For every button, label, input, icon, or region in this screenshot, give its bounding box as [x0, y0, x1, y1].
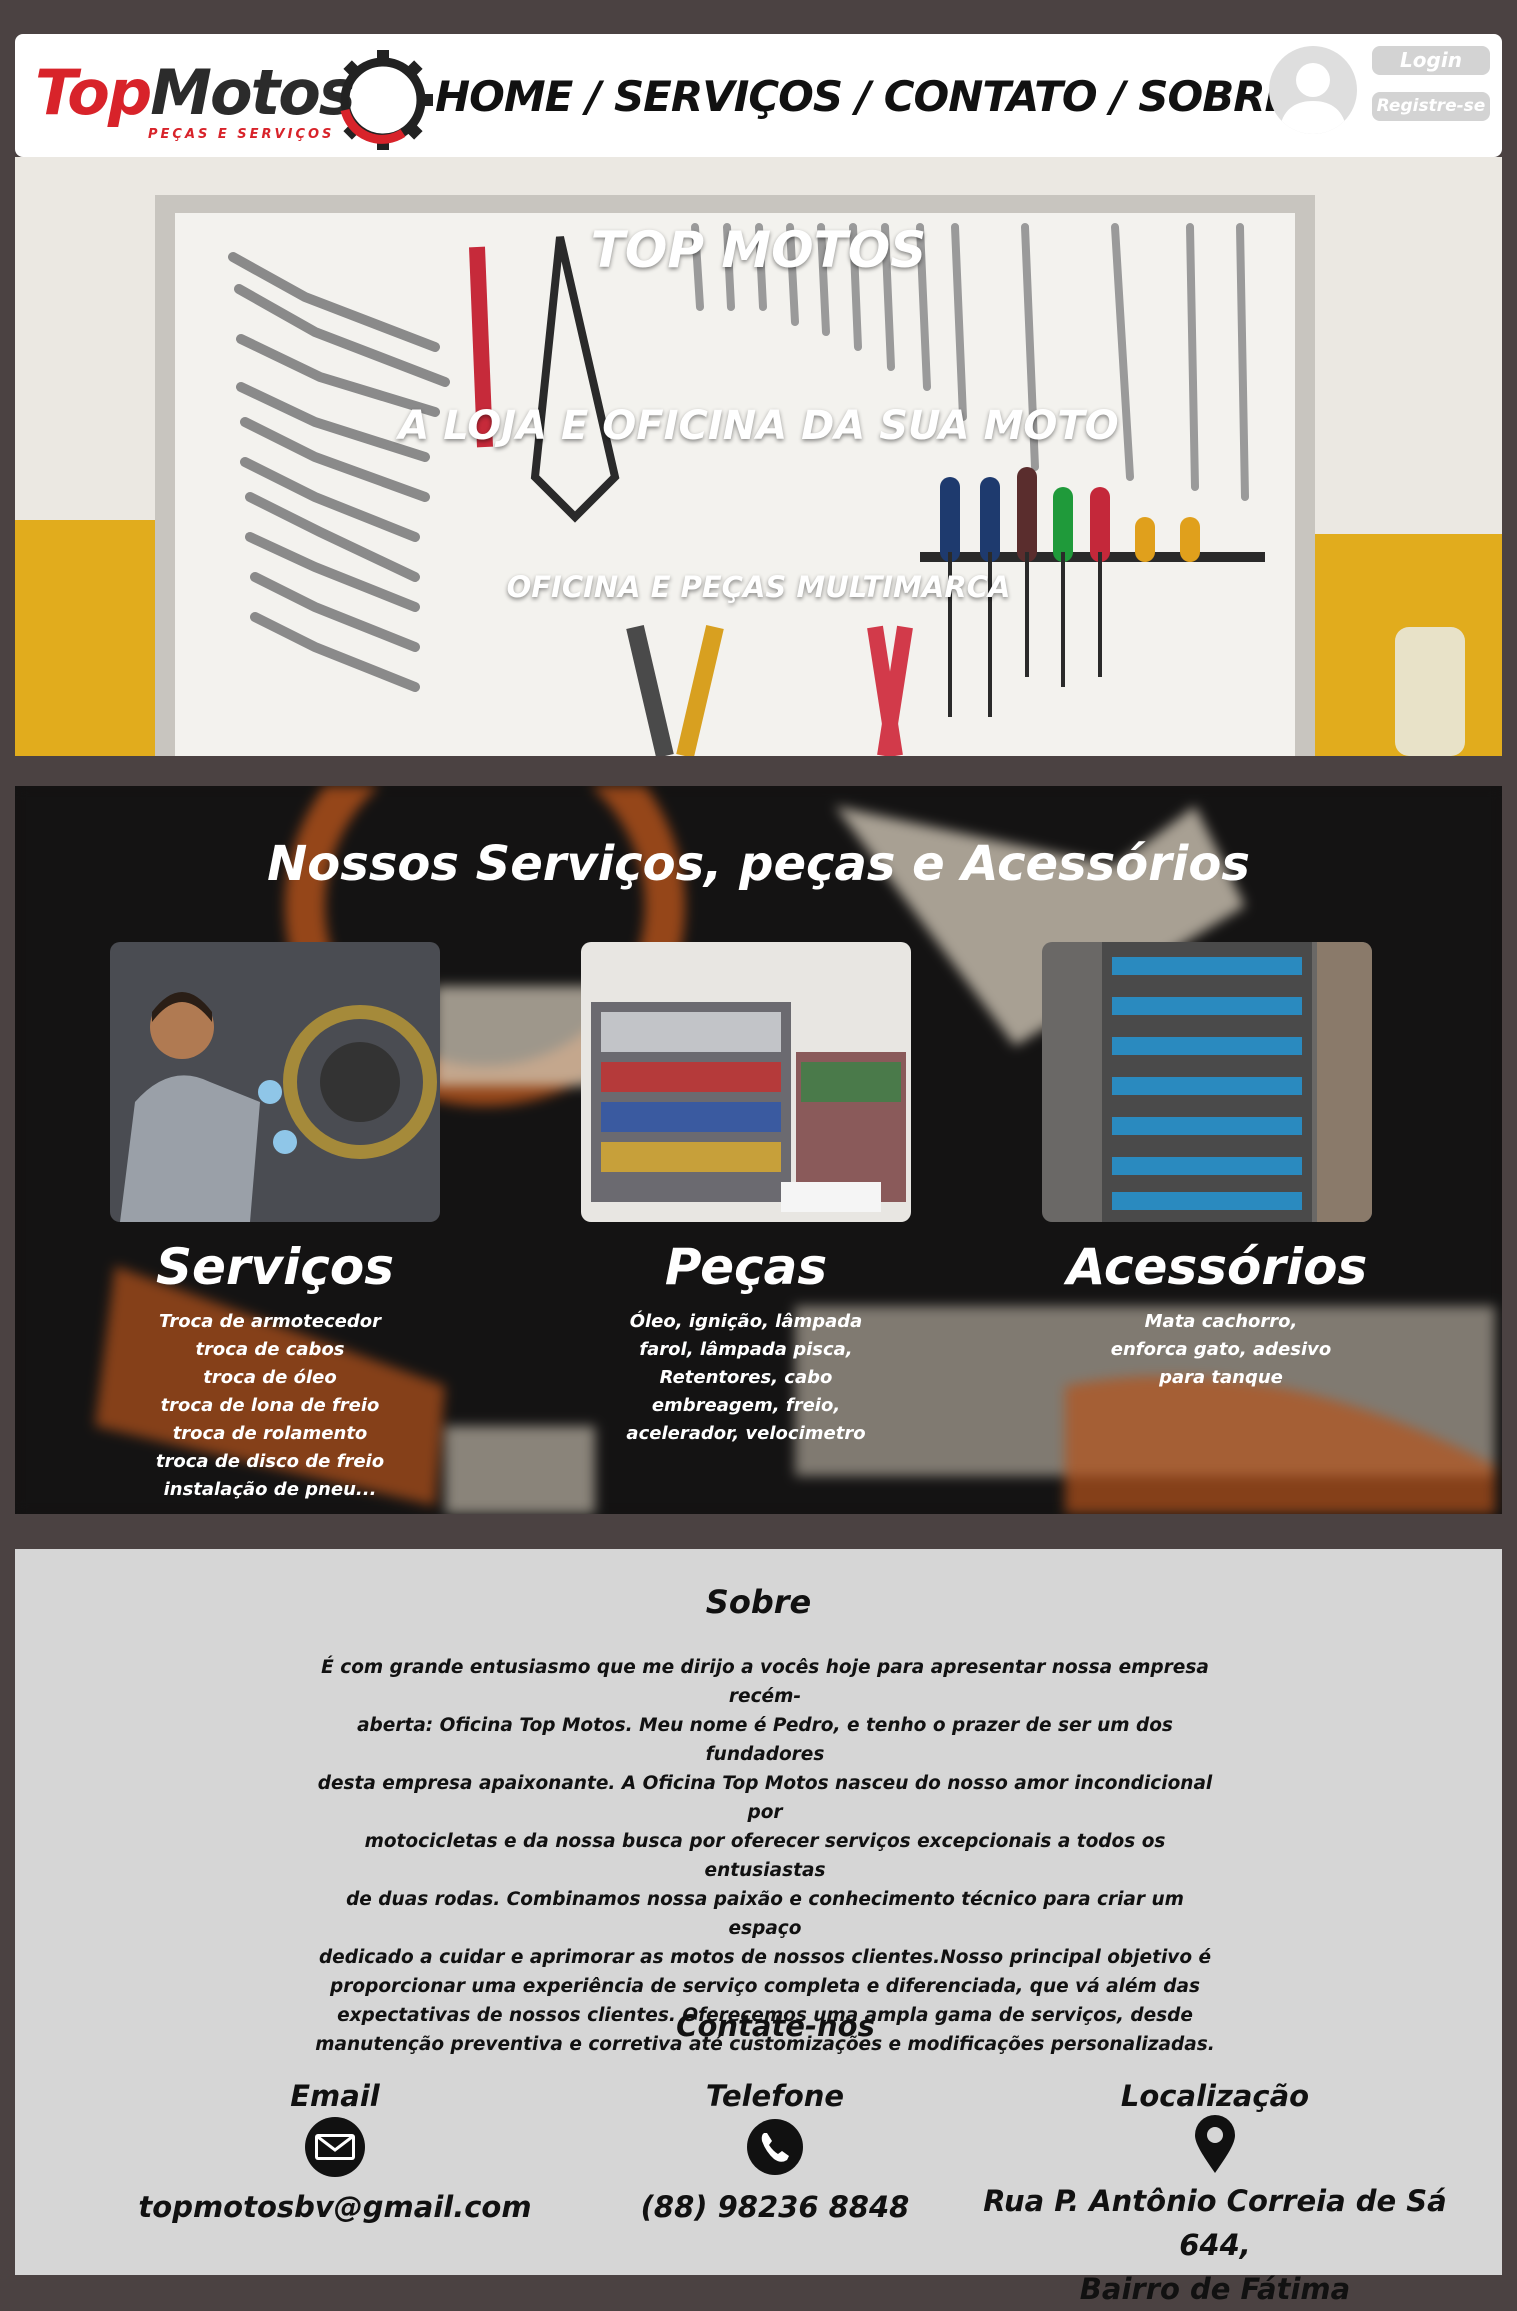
nav-separator: / [842, 72, 884, 121]
location-label: Localização [1120, 2079, 1310, 2113]
phone-number[interactable]: (88) 98236 8848 [575, 2185, 975, 2229]
services-title: Nossos Serviços, peças e Acessórios [267, 836, 1250, 892]
register-button[interactable]: Registre-se [1372, 92, 1490, 121]
servicos-list: Troca de armotecedor troca de cabos troc… [105, 1308, 435, 1504]
list-item: Retentores, cabo [659, 1367, 833, 1388]
about-line: de duas rodas. Combinamos nossa paixão e… [346, 1889, 1184, 1939]
list-item: troca de cabos [195, 1339, 345, 1360]
contact-phone: Telefone (88) 98236 8848 [575, 2079, 975, 2229]
user-avatar-icon[interactable] [1269, 46, 1357, 134]
hero-tagline: OFICINA E PEÇAS MULTIMARCA [506, 570, 1011, 604]
logo-subtitle: PEÇAS E SERVIÇOS [148, 127, 335, 142]
list-item: embreagem, freio, [651, 1395, 841, 1416]
nav-contato[interactable]: CONTATO [884, 72, 1098, 121]
email-label: Email [290, 2079, 380, 2113]
card-heading-acessorios: Acessórios [1066, 1238, 1368, 1296]
mechanic-image [110, 942, 440, 1222]
about-title: Sobre [705, 1583, 812, 1621]
accessories-shelves-image [1042, 942, 1372, 1222]
list-item: acelerador, velocimetro [626, 1423, 866, 1444]
main-nav: HOME / SERVIÇOS / CONTATO / SOBRE [435, 72, 1293, 121]
list-item: instalação de pneu... [163, 1479, 377, 1500]
about-text: É com grande entusiasmo que me dirijo a … [315, 1653, 1215, 2059]
about-line: É com grande entusiasmo que me dirijo a … [321, 1657, 1209, 1707]
phone-icon [747, 2119, 803, 2175]
nav-home[interactable]: HOME [435, 72, 573, 121]
nav-servicos[interactable]: SERVIÇOS [614, 72, 843, 121]
list-item: Óleo, ignição, lâmpada [629, 1311, 863, 1332]
logo-wordmark: TopMotos [35, 56, 356, 129]
parts-shelves-image [581, 942, 911, 1222]
list-item: enforca gato, adesivo [1110, 1339, 1332, 1360]
gear-icon [340, 50, 433, 150]
list-item: troca de rolamento [172, 1423, 368, 1444]
list-item: farol, lâmpada pisca, [639, 1339, 853, 1360]
address-line-2: Bairro de Fátima [1079, 2272, 1351, 2306]
card-heading-servicos: Serviços [155, 1238, 395, 1296]
login-button[interactable]: Login [1372, 46, 1490, 75]
about-line: dedicado a cuidar e aprimorar as motos d… [318, 1947, 1212, 1968]
map-pin-icon [1195, 2115, 1235, 2173]
acessorios-list: Mata cachorro, enforca gato, adesivo par… [1056, 1308, 1386, 1392]
about-line: proporcionar uma experiência de serviço … [330, 1976, 1200, 1997]
list-item: para tanque [1159, 1367, 1283, 1388]
about-line: desta empresa apaixonante. A Oficina Top… [317, 1773, 1213, 1823]
contact-title: Contate-nos [676, 2009, 875, 2043]
list-item: Troca de armotecedor [159, 1311, 381, 1332]
list-item: troca de lona de freio [160, 1395, 380, 1416]
address-line-1: Rua P. Antônio Correia de Sá 644, [983, 2184, 1447, 2262]
nav-separator: / [572, 72, 614, 121]
email-link[interactable]: topmotosbv@gmail.com [135, 2185, 535, 2229]
about-line: aberta: Oficina Top Motos. Meu nome é Pe… [357, 1715, 1173, 1765]
contact-email: Email topmotosbv@gmail.com [135, 2079, 535, 2229]
about-section: Sobre É com grande entusiasmo que me dir… [15, 1549, 1502, 2306]
hero-banner: TOP MOTOS A LOJA E OFICINA DA SUA MOTO O… [15, 157, 1502, 756]
contact-location: Localização Rua P. Antônio Correia de Sá… [945, 2079, 1485, 2311]
list-item: troca de disco de freio [155, 1451, 385, 1472]
card-heading-pecas: Peças [664, 1238, 828, 1296]
envelope-icon [305, 2117, 365, 2177]
list-item: Mata cachorro, [1144, 1311, 1298, 1332]
phone-label: Telefone [705, 2079, 845, 2113]
nav-separator: / [1096, 72, 1139, 121]
hero-subtitle: A LOJA E OFICINA DA SUA MOTO [398, 403, 1119, 449]
hero-title: TOP MOTOS [590, 221, 927, 279]
pecas-list: Óleo, ignição, lâmpada farol, lâmpada pi… [581, 1308, 911, 1448]
about-line: motocicletas e da nossa busca por oferec… [364, 1831, 1166, 1881]
site-header: TopMotos PEÇAS E SERVIÇOS HOME / SERVIÇO… [15, 34, 1502, 157]
list-item: troca de óleo [203, 1367, 337, 1388]
services-section: Nossos Serviços, peças e Acessórios Serv… [15, 786, 1502, 1514]
user-silhouette-icon [1279, 63, 1347, 134]
top-motos-logo[interactable]: TopMotos PEÇAS E SERVIÇOS [35, 44, 435, 152]
